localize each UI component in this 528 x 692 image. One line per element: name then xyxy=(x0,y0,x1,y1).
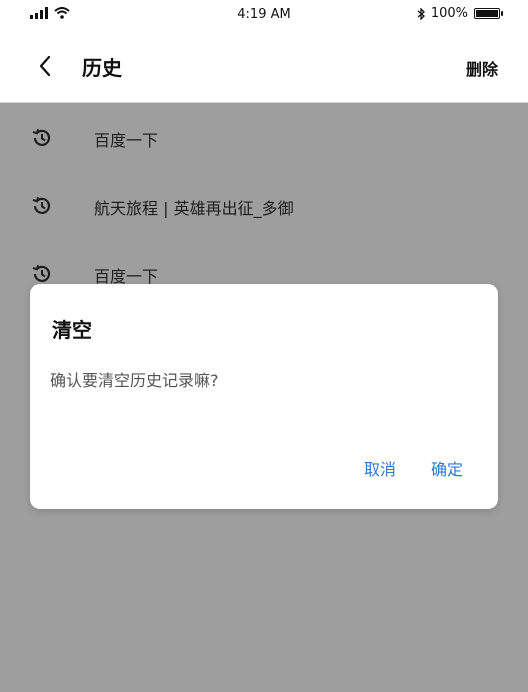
history-list: 百度一下 航天旅程 | 英雄再出征_多御 百度一下 xyxy=(0,102,528,306)
status-bar: 4:19 AM 100% xyxy=(0,0,528,30)
battery-level xyxy=(476,10,498,17)
clear-history-dialog: 清空 确认要清空历史记录嘛? 取消 确定 xyxy=(30,284,498,509)
bluetooth-icon xyxy=(417,7,425,20)
app-bar: 历史 删除 xyxy=(0,30,528,103)
history-item-label: 航天旅程 | 英雄再出征_多御 xyxy=(94,199,294,218)
battery-percent: 100% xyxy=(430,6,468,21)
list-item[interactable]: 百度一下 xyxy=(0,102,528,170)
dialog-message: 确认要清空历史记录嘛? xyxy=(50,371,219,390)
page-title: 历史 xyxy=(82,56,122,80)
dialog-title: 清空 xyxy=(52,318,92,342)
history-icon xyxy=(32,264,51,282)
chevron-left-icon[interactable] xyxy=(34,52,56,80)
confirm-button[interactable]: 确定 xyxy=(431,456,463,480)
history-icon xyxy=(32,196,51,214)
delete-button[interactable]: 删除 xyxy=(466,56,498,80)
battery-icon xyxy=(474,8,503,19)
cancel-button[interactable]: 取消 xyxy=(364,456,396,480)
list-item[interactable]: 航天旅程 | 英雄再出征_多御 xyxy=(0,170,528,238)
history-item-label: 百度一下 xyxy=(94,131,159,150)
status-right: 100% xyxy=(417,6,503,21)
history-icon xyxy=(32,128,51,146)
